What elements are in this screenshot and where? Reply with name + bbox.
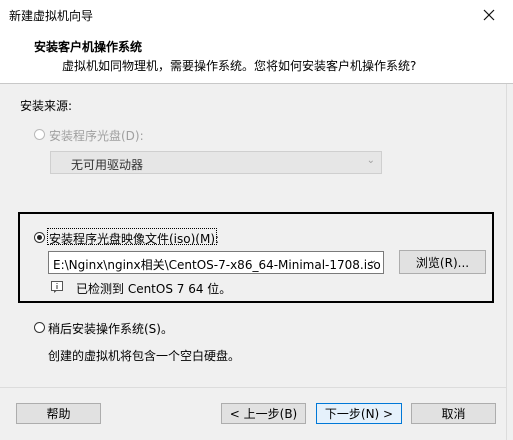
page-title: 安装客户机操作系统 (34, 40, 143, 54)
install-source-label: 安装来源: (20, 99, 73, 113)
later-radio[interactable] (34, 322, 45, 333)
drive-select-value: 无可用驱动器 (71, 158, 144, 172)
right-edge-strip (506, 84, 513, 440)
info-icon (51, 281, 63, 293)
later-option-label: 稍后安装操作系统(S)。 (48, 322, 173, 336)
iso-path-combobox[interactable]: E:\Nginx\nginx相关\CentOS-7-x86_64-Minimal… (48, 251, 384, 274)
page-subtitle: 虚拟机如同物理机，需要操作系统。您将如何安装客户机操作系统? (62, 59, 417, 73)
next-button[interactable]: 下一步(N) > (316, 403, 402, 424)
iso-path-value: E:\Nginx\nginx相关\CentOS-7-x86_64-Minimal… (53, 258, 381, 272)
close-icon (483, 9, 495, 21)
window-title: 新建虚拟机向导 (9, 9, 94, 23)
disc-option-label: 安装程序光盘(D): (49, 129, 144, 143)
radio-dot (37, 235, 42, 240)
chevron-down-icon[interactable]: ⌄ (369, 255, 377, 266)
close-button[interactable] (474, 2, 504, 28)
chevron-down-icon: ⌄ (366, 155, 375, 166)
later-option-description: 创建的虚拟机将包含一个空白硬盘。 (48, 349, 241, 363)
iso-option-label: 安装程序光盘映像文件(iso)(M): (49, 232, 220, 246)
back-button[interactable]: < 上一步(B) (221, 403, 306, 424)
cancel-button[interactable]: 取消 (411, 403, 496, 424)
os-detected-text: 已检测到 CentOS 7 64 位。 (76, 282, 232, 296)
iso-radio[interactable] (34, 232, 45, 243)
disc-radio[interactable] (34, 129, 45, 140)
browse-button[interactable]: 浏览(R)... (399, 250, 486, 274)
help-button[interactable]: 帮助 (16, 403, 101, 424)
drive-select[interactable]: 无可用驱动器 ⌄ (50, 151, 382, 174)
